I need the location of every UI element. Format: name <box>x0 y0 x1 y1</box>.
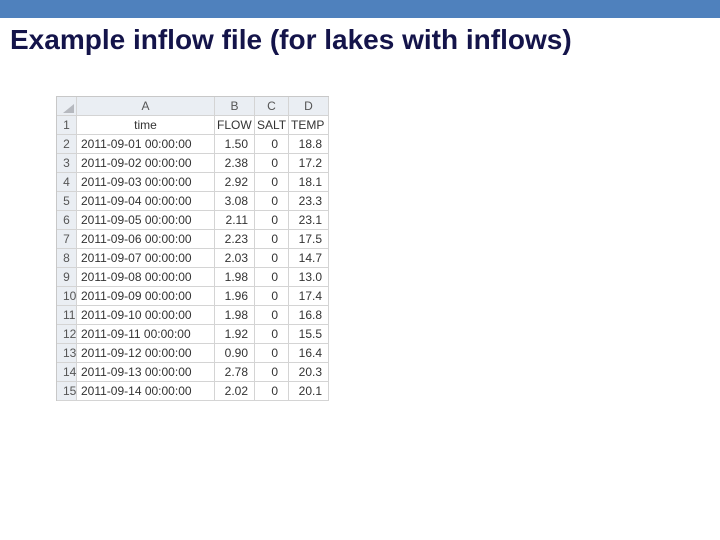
cell-temp[interactable]: 16.8 <box>289 306 329 325</box>
cell-flow[interactable]: 2.38 <box>215 154 255 173</box>
cell-time[interactable]: 2011-09-09 00:00:00 <box>77 287 215 306</box>
slide-accent-bar <box>0 0 720 18</box>
cell-flow[interactable]: 2.02 <box>215 382 255 401</box>
cell-temp[interactable]: 23.3 <box>289 192 329 211</box>
cell-flow[interactable]: 3.08 <box>215 192 255 211</box>
row-header[interactable]: 10 <box>57 287 77 306</box>
cell-flow[interactable]: 2.11 <box>215 211 255 230</box>
row-header[interactable]: 4 <box>57 173 77 192</box>
row-header[interactable]: 7 <box>57 230 77 249</box>
table-row: 14 2011-09-13 00:00:00 2.78 0 20.3 <box>57 363 329 382</box>
cell-flow[interactable]: 2.92 <box>215 173 255 192</box>
cell-time[interactable]: 2011-09-03 00:00:00 <box>77 173 215 192</box>
cell-temp[interactable]: 16.4 <box>289 344 329 363</box>
column-header-c[interactable]: C <box>255 97 289 116</box>
table-row: 11 2011-09-10 00:00:00 1.98 0 16.8 <box>57 306 329 325</box>
row-header[interactable]: 8 <box>57 249 77 268</box>
cell-salt[interactable]: 0 <box>255 344 289 363</box>
table-row: 12 2011-09-11 00:00:00 1.92 0 15.5 <box>57 325 329 344</box>
row-header[interactable]: 2 <box>57 135 77 154</box>
cell-temp[interactable]: 20.3 <box>289 363 329 382</box>
cell-flow[interactable]: 1.50 <box>215 135 255 154</box>
cell-time[interactable]: 2011-09-05 00:00:00 <box>77 211 215 230</box>
cell-salt[interactable]: 0 <box>255 154 289 173</box>
cell-time[interactable]: 2011-09-14 00:00:00 <box>77 382 215 401</box>
table-row: 7 2011-09-06 00:00:00 2.23 0 17.5 <box>57 230 329 249</box>
cell-time[interactable]: 2011-09-02 00:00:00 <box>77 154 215 173</box>
slide-title: Example inflow file (for lakes with infl… <box>0 18 720 56</box>
table-row: 3 2011-09-02 00:00:00 2.38 0 17.2 <box>57 154 329 173</box>
cell-flow[interactable]: 2.78 <box>215 363 255 382</box>
cell-time[interactable]: 2011-09-01 00:00:00 <box>77 135 215 154</box>
column-header-a[interactable]: A <box>77 97 215 116</box>
row-header[interactable]: 14 <box>57 363 77 382</box>
cell-header-salt[interactable]: SALT <box>255 116 289 135</box>
cell-time[interactable]: 2011-09-08 00:00:00 <box>77 268 215 287</box>
select-all-corner[interactable] <box>57 97 77 116</box>
row-header[interactable]: 6 <box>57 211 77 230</box>
cell-flow[interactable]: 1.92 <box>215 325 255 344</box>
cell-time[interactable]: 2011-09-06 00:00:00 <box>77 230 215 249</box>
cell-temp[interactable]: 20.1 <box>289 382 329 401</box>
cell-temp[interactable]: 14.7 <box>289 249 329 268</box>
cell-flow[interactable]: 1.98 <box>215 306 255 325</box>
cell-salt[interactable]: 0 <box>255 382 289 401</box>
cell-flow[interactable]: 0.90 <box>215 344 255 363</box>
table-row: 13 2011-09-12 00:00:00 0.90 0 16.4 <box>57 344 329 363</box>
cell-temp[interactable]: 23.1 <box>289 211 329 230</box>
cell-temp[interactable]: 17.2 <box>289 154 329 173</box>
cell-temp[interactable]: 18.1 <box>289 173 329 192</box>
row-header[interactable]: 15 <box>57 382 77 401</box>
cell-salt[interactable]: 0 <box>255 363 289 382</box>
row-header[interactable]: 13 <box>57 344 77 363</box>
row-header[interactable]: 5 <box>57 192 77 211</box>
cell-time[interactable]: 2011-09-10 00:00:00 <box>77 306 215 325</box>
table-row: 2 2011-09-01 00:00:00 1.50 0 18.8 <box>57 135 329 154</box>
cell-temp[interactable]: 17.4 <box>289 287 329 306</box>
cell-time[interactable]: 2011-09-12 00:00:00 <box>77 344 215 363</box>
table-row: 10 2011-09-09 00:00:00 1.96 0 17.4 <box>57 287 329 306</box>
cell-flow[interactable]: 2.23 <box>215 230 255 249</box>
cell-temp[interactable]: 13.0 <box>289 268 329 287</box>
row-header[interactable]: 12 <box>57 325 77 344</box>
cell-time[interactable]: 2011-09-13 00:00:00 <box>77 363 215 382</box>
spreadsheet-table: A B C D 1 time FLOW SALT TEMP 2 2011-09-… <box>56 96 329 401</box>
cell-header-time[interactable]: time <box>77 116 215 135</box>
column-header-row: A B C D <box>57 97 329 116</box>
cell-time[interactable]: 2011-09-11 00:00:00 <box>77 325 215 344</box>
row-header[interactable]: 11 <box>57 306 77 325</box>
cell-salt[interactable]: 0 <box>255 249 289 268</box>
column-header-d[interactable]: D <box>289 97 329 116</box>
cell-salt[interactable]: 0 <box>255 211 289 230</box>
table-row: 4 2011-09-03 00:00:00 2.92 0 18.1 <box>57 173 329 192</box>
row-header[interactable]: 1 <box>57 116 77 135</box>
cell-salt[interactable]: 0 <box>255 230 289 249</box>
cell-salt[interactable]: 0 <box>255 135 289 154</box>
cell-salt[interactable]: 0 <box>255 268 289 287</box>
table-row: 5 2011-09-04 00:00:00 3.08 0 23.3 <box>57 192 329 211</box>
cell-salt[interactable]: 0 <box>255 325 289 344</box>
row-header[interactable]: 9 <box>57 268 77 287</box>
cell-salt[interactable]: 0 <box>255 287 289 306</box>
table-row: 8 2011-09-07 00:00:00 2.03 0 14.7 <box>57 249 329 268</box>
cell-flow[interactable]: 2.03 <box>215 249 255 268</box>
cell-header-temp[interactable]: TEMP <box>289 116 329 135</box>
cell-salt[interactable]: 0 <box>255 173 289 192</box>
cell-salt[interactable]: 0 <box>255 192 289 211</box>
cell-flow[interactable]: 1.96 <box>215 287 255 306</box>
row-header[interactable]: 3 <box>57 154 77 173</box>
cell-time[interactable]: 2011-09-07 00:00:00 <box>77 249 215 268</box>
table-row: 1 time FLOW SALT TEMP <box>57 116 329 135</box>
cell-temp[interactable]: 18.8 <box>289 135 329 154</box>
table-row: 15 2011-09-14 00:00:00 2.02 0 20.1 <box>57 382 329 401</box>
cell-temp[interactable]: 15.5 <box>289 325 329 344</box>
table-row: 6 2011-09-05 00:00:00 2.11 0 23.1 <box>57 211 329 230</box>
cell-temp[interactable]: 17.5 <box>289 230 329 249</box>
cell-header-flow[interactable]: FLOW <box>215 116 255 135</box>
cell-salt[interactable]: 0 <box>255 306 289 325</box>
table-row: 9 2011-09-08 00:00:00 1.98 0 13.0 <box>57 268 329 287</box>
cell-time[interactable]: 2011-09-04 00:00:00 <box>77 192 215 211</box>
cell-flow[interactable]: 1.98 <box>215 268 255 287</box>
column-header-b[interactable]: B <box>215 97 255 116</box>
